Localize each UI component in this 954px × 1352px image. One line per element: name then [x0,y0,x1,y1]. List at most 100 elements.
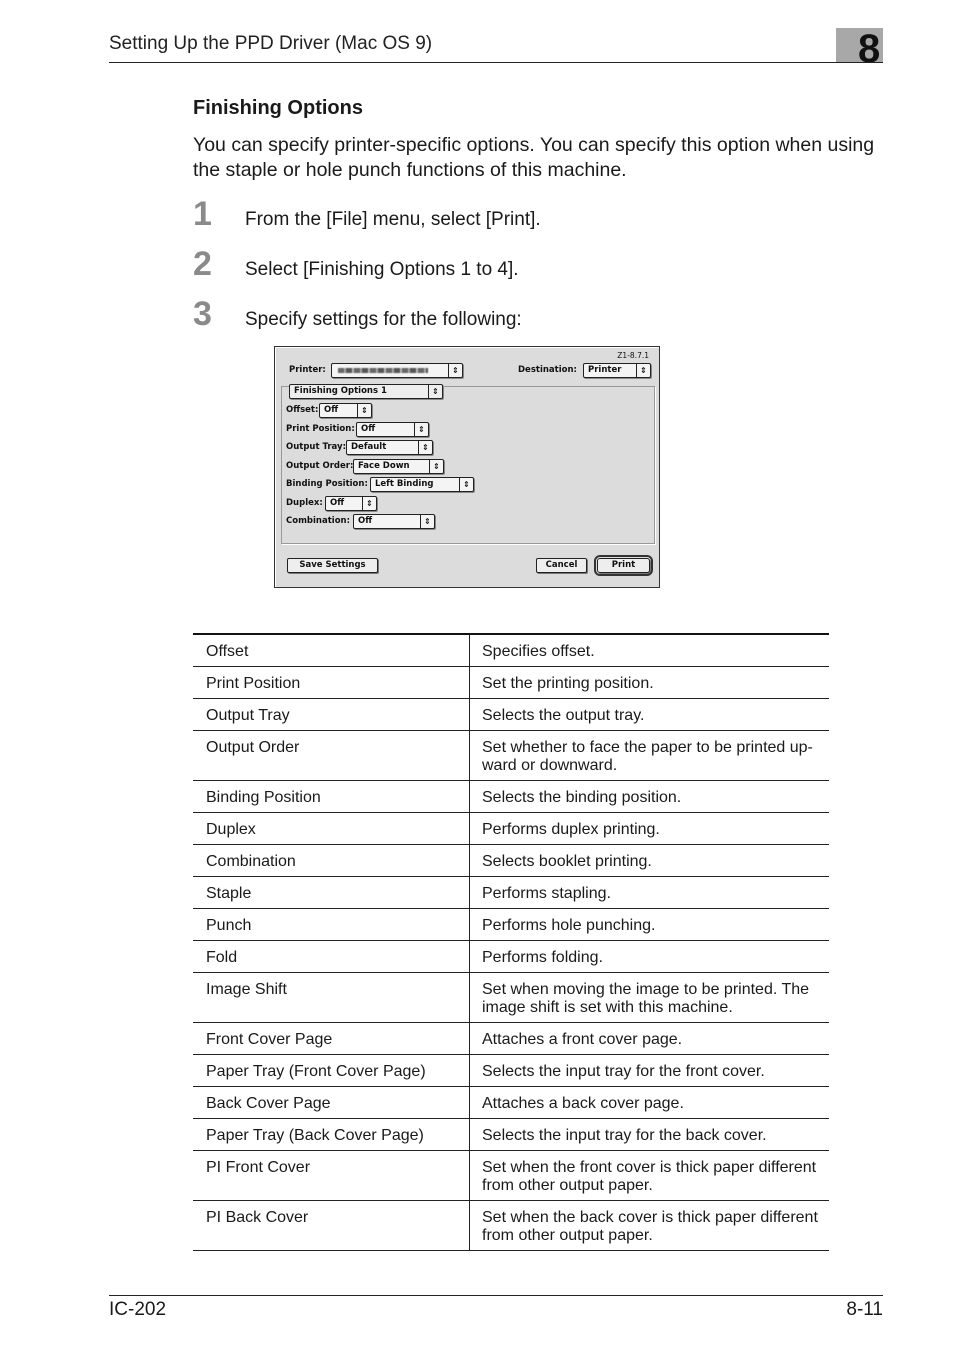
duplex-label: Duplex: [286,498,323,508]
output-order-label: Output Order: [286,461,354,471]
combination-value: Off [358,516,373,526]
column-divider [469,635,470,666]
footer-page-number: 8-11 [846,1299,883,1320]
print-position-select[interactable]: Off ⇕ [356,422,429,437]
section-title: Finishing Options [193,97,363,119]
option-name: PI Back Cover [206,1209,309,1226]
print-button[interactable]: Print [594,555,653,576]
panel-select[interactable]: Finishing Options 1 ⇕ [289,384,443,399]
print-position-value: Off [361,424,376,434]
save-settings-button[interactable]: Save Settings [287,558,378,573]
output-tray-select[interactable]: Default ⇕ [346,440,433,455]
table-row: Fold Performs folding. [193,941,829,973]
step-number: 2 [193,245,212,283]
destination-select[interactable]: Printer ⇕ [583,363,651,378]
popup-arrows-icon: ⇕ [429,460,443,473]
option-description: Performs hole punching. [482,917,656,934]
destination-label: Destination: [518,365,577,375]
printer-label: Printer: [289,365,326,375]
option-description: Set when the front cover is thick paper … [482,1159,817,1194]
table-row: Image Shift Set when moving the image to … [193,973,829,1023]
column-divider [469,909,470,940]
popup-arrows-icon: ⇕ [357,404,371,417]
column-divider [469,845,470,876]
option-description: Selects the input tray for the back cove… [482,1127,767,1144]
header-divider [109,62,883,63]
option-name: Duplex [206,821,256,838]
output-tray-value: Default [351,442,387,452]
output-tray-label: Output Tray: [286,442,346,452]
intro-paragraph: You can specify printer-specific options… [193,134,875,181]
offset-select[interactable]: Off ⇕ [319,403,372,418]
option-name: Offset [206,643,249,660]
column-divider [469,667,470,698]
binding-position-select[interactable]: Left Binding ⇕ [370,477,474,492]
output-order-select[interactable]: Face Down ⇕ [353,459,444,474]
column-divider [469,699,470,730]
step-text: Select [Finishing Options 1 to 4]. [245,259,519,280]
table-row: Output Tray Selects the output tray. [193,699,829,731]
popup-arrows-icon: ⇕ [418,441,432,454]
table-row: Combination Selects booklet printing. [193,845,829,877]
popup-arrows-icon: ⇕ [420,515,434,528]
option-description: Selects the binding position. [482,789,682,806]
option-description: Selects booklet printing. [482,853,652,870]
table-row: Paper Tray (Back Cover Page) Selects the … [193,1119,829,1151]
option-name: Paper Tray (Back Cover Page) [206,1127,424,1144]
offset-label: Offset: [286,405,319,415]
offset-value: Off [324,405,339,415]
column-divider [469,813,470,844]
option-description: Set when moving the image to be printed.… [482,981,810,1016]
popup-arrows-icon: ⇕ [362,497,376,510]
popup-arrows-icon: ⇕ [448,364,462,377]
column-divider [469,731,470,780]
option-description: Selects the input tray for the front cov… [482,1063,765,1080]
column-divider [469,973,470,1022]
column-divider [469,1119,470,1150]
column-divider [469,1151,470,1200]
column-divider [469,877,470,908]
footer-divider [109,1295,883,1296]
option-name: Output Tray [206,707,290,724]
destination-value: Printer [588,365,622,375]
binding-position-value: Left Binding [375,479,434,489]
combination-select[interactable]: Off ⇕ [353,514,435,529]
step-text: Specify settings for the following: [245,309,522,330]
duplex-select[interactable]: Off ⇕ [325,496,377,511]
print-position-label: Print Position: [286,424,355,434]
option-name: Fold [206,949,238,966]
option-description: Selects the output tray. [482,707,645,724]
popup-arrows-icon: ⇕ [428,385,442,398]
option-description: Set whether to face the paper to be prin… [482,739,813,774]
column-divider [469,1201,470,1250]
table-row: Print Position Set the printing position. [193,667,829,699]
option-description: Performs duplex printing. [482,821,660,838]
option-description: Set the printing position. [482,675,654,692]
chapter-number: 8 [858,27,881,71]
step-text: From the [File] menu, select [Print]. [245,209,541,230]
driver-version: Z1-8.7.1 [617,351,649,360]
option-name: Output Order [206,739,300,756]
option-name: Combination [206,853,296,870]
table-row: Output Order Set whether to face the pape… [193,731,829,781]
option-name: Image Shift [206,981,287,998]
option-name: Front Cover Page [206,1031,333,1048]
step-number: 3 [193,295,212,333]
column-divider [469,781,470,812]
option-description: Attaches a back cover page. [482,1095,684,1112]
table-row: Offset Specifies offset. [193,635,829,667]
option-name: Staple [206,885,252,902]
printer-select[interactable]: ⇕ [331,363,463,378]
column-divider [469,1087,470,1118]
cancel-button[interactable]: Cancel [536,558,587,573]
combination-label: Combination: [286,516,350,526]
column-divider [469,1023,470,1054]
table-row: Back Cover Page Attaches a back cover pag… [193,1087,829,1119]
table-row: Duplex Performs duplex printing. [193,813,829,845]
running-header: Setting Up the PPD Driver (Mac OS 9) [109,33,433,54]
option-name: Back Cover Page [206,1095,331,1112]
popup-arrows-icon: ⇕ [459,478,473,491]
table-row: Binding Position Selects the binding posi… [193,781,829,813]
column-divider [469,1055,470,1086]
printer-name-redacted [338,368,428,373]
